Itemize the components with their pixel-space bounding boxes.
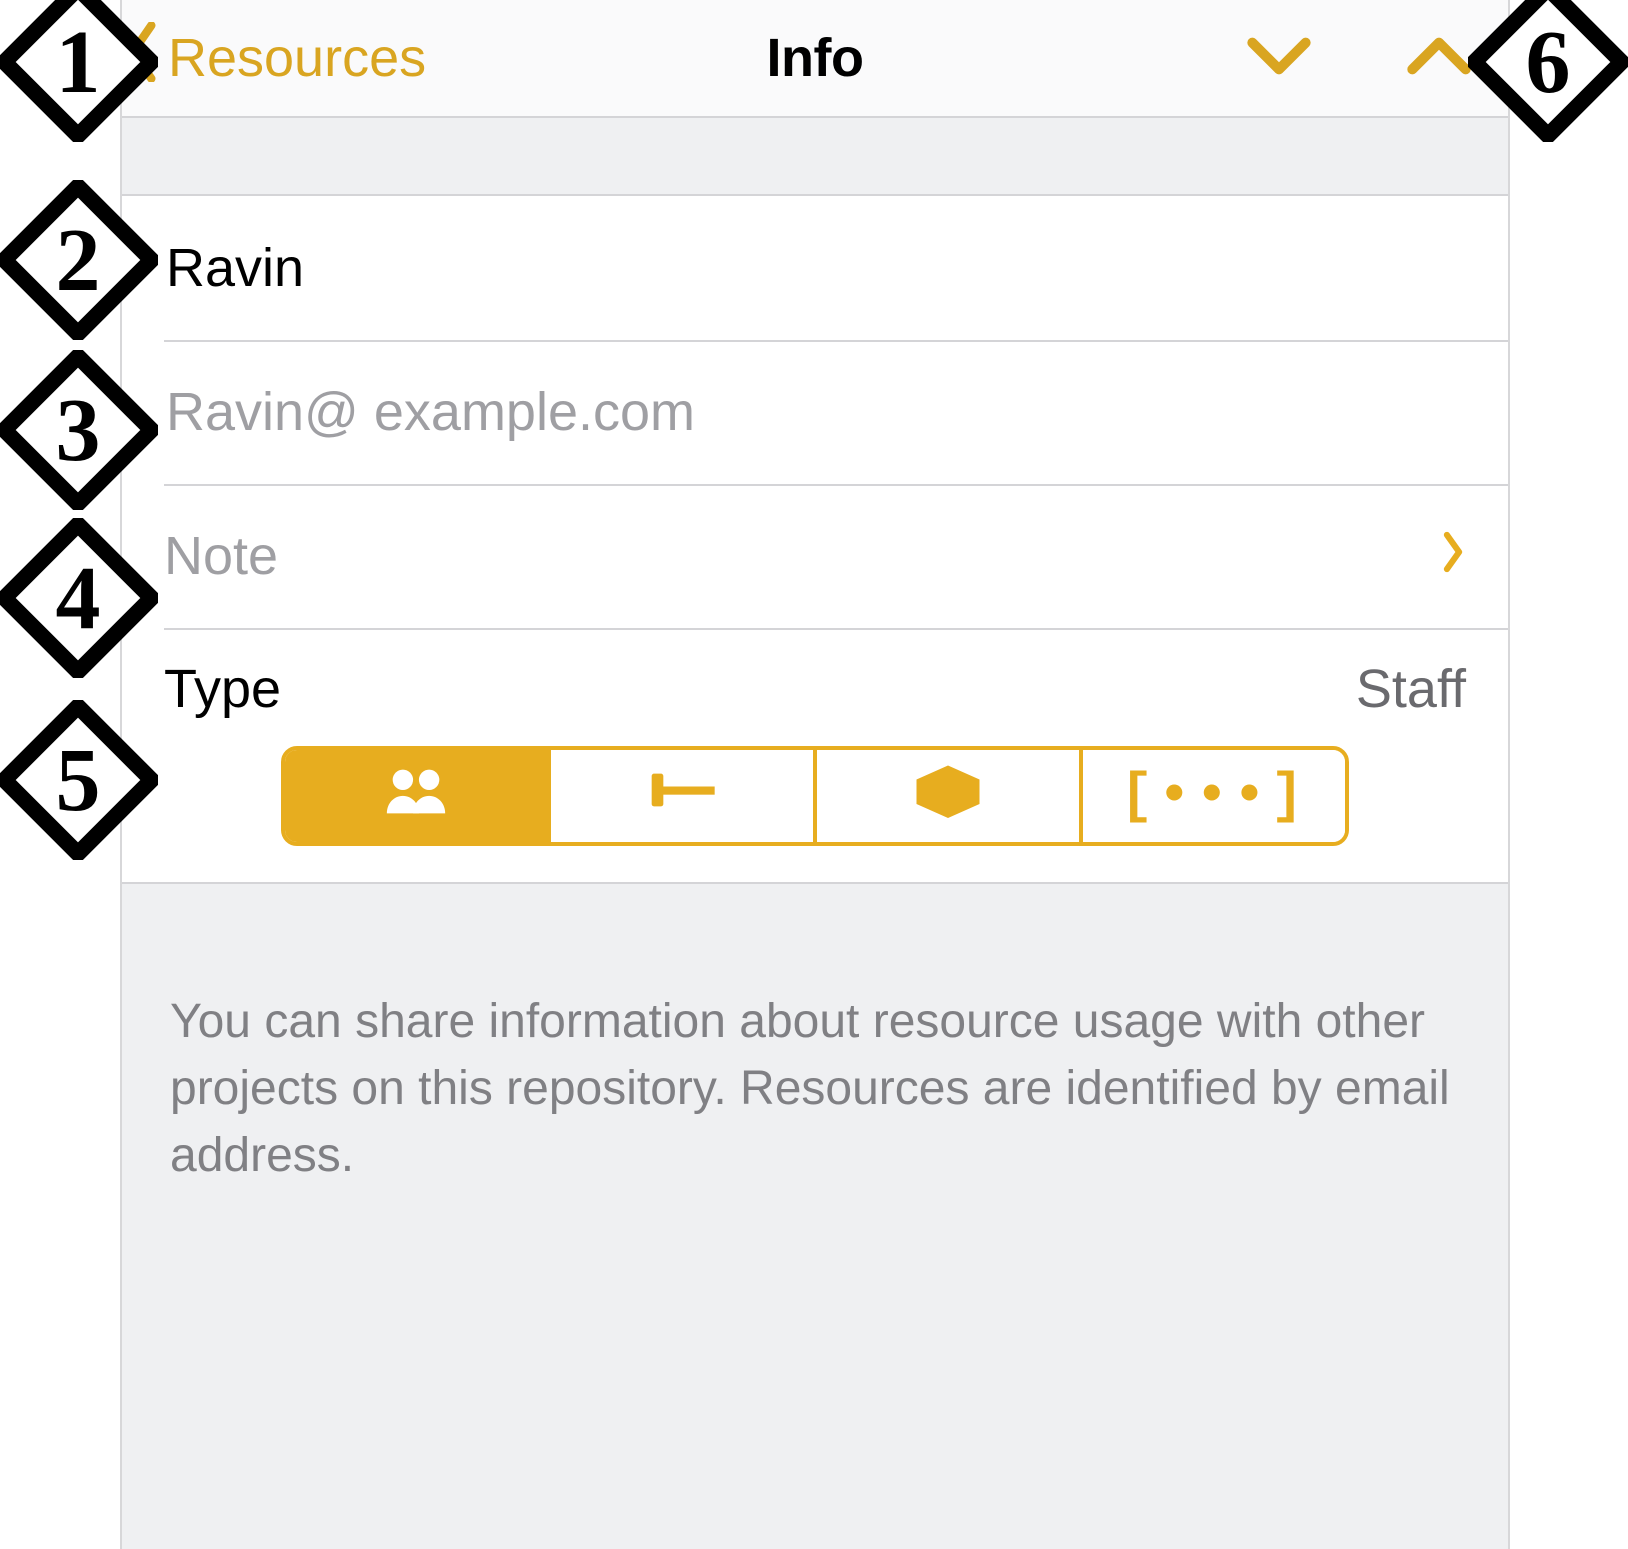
prev-item-button[interactable] <box>1404 27 1474 89</box>
chevron-left-icon <box>126 22 160 95</box>
type-label: Type <box>164 658 281 720</box>
chevron-right-icon <box>1440 525 1466 587</box>
gavel-icon <box>647 760 717 833</box>
type-segmented-control: [•••] <box>281 746 1349 846</box>
back-label: Resources <box>168 27 426 89</box>
email-cell[interactable] <box>122 340 1508 484</box>
type-segment-gavel[interactable] <box>547 750 813 842</box>
name-cell[interactable] <box>122 196 1508 340</box>
chevron-down-icon <box>1244 28 1314 88</box>
more-icon: [•••] <box>1120 764 1308 828</box>
type-segment-box[interactable] <box>813 750 1079 842</box>
footer-help-text: You can share information about resource… <box>122 884 1508 1190</box>
box-icon <box>913 760 983 833</box>
nav-arrows <box>1244 27 1488 89</box>
type-cell: Type Staff <box>122 628 1508 884</box>
navbar: Resources Info <box>122 0 1508 118</box>
spacer-strip <box>122 118 1508 196</box>
note-cell[interactable]: Note <box>122 484 1508 628</box>
chevron-up-icon <box>1404 28 1474 88</box>
type-segment-more[interactable]: [•••] <box>1079 750 1345 842</box>
next-item-button[interactable] <box>1244 27 1314 89</box>
type-segment-group[interactable] <box>285 750 547 842</box>
group-icon <box>381 760 451 833</box>
back-button[interactable]: Resources <box>126 22 426 95</box>
type-row: Type Staff <box>164 658 1466 720</box>
type-value: Staff <box>1356 658 1466 720</box>
screen: Resources Info Note <box>120 0 1510 1549</box>
email-input[interactable] <box>164 380 1466 444</box>
name-input[interactable] <box>164 236 1466 300</box>
note-placeholder: Note <box>164 525 278 587</box>
